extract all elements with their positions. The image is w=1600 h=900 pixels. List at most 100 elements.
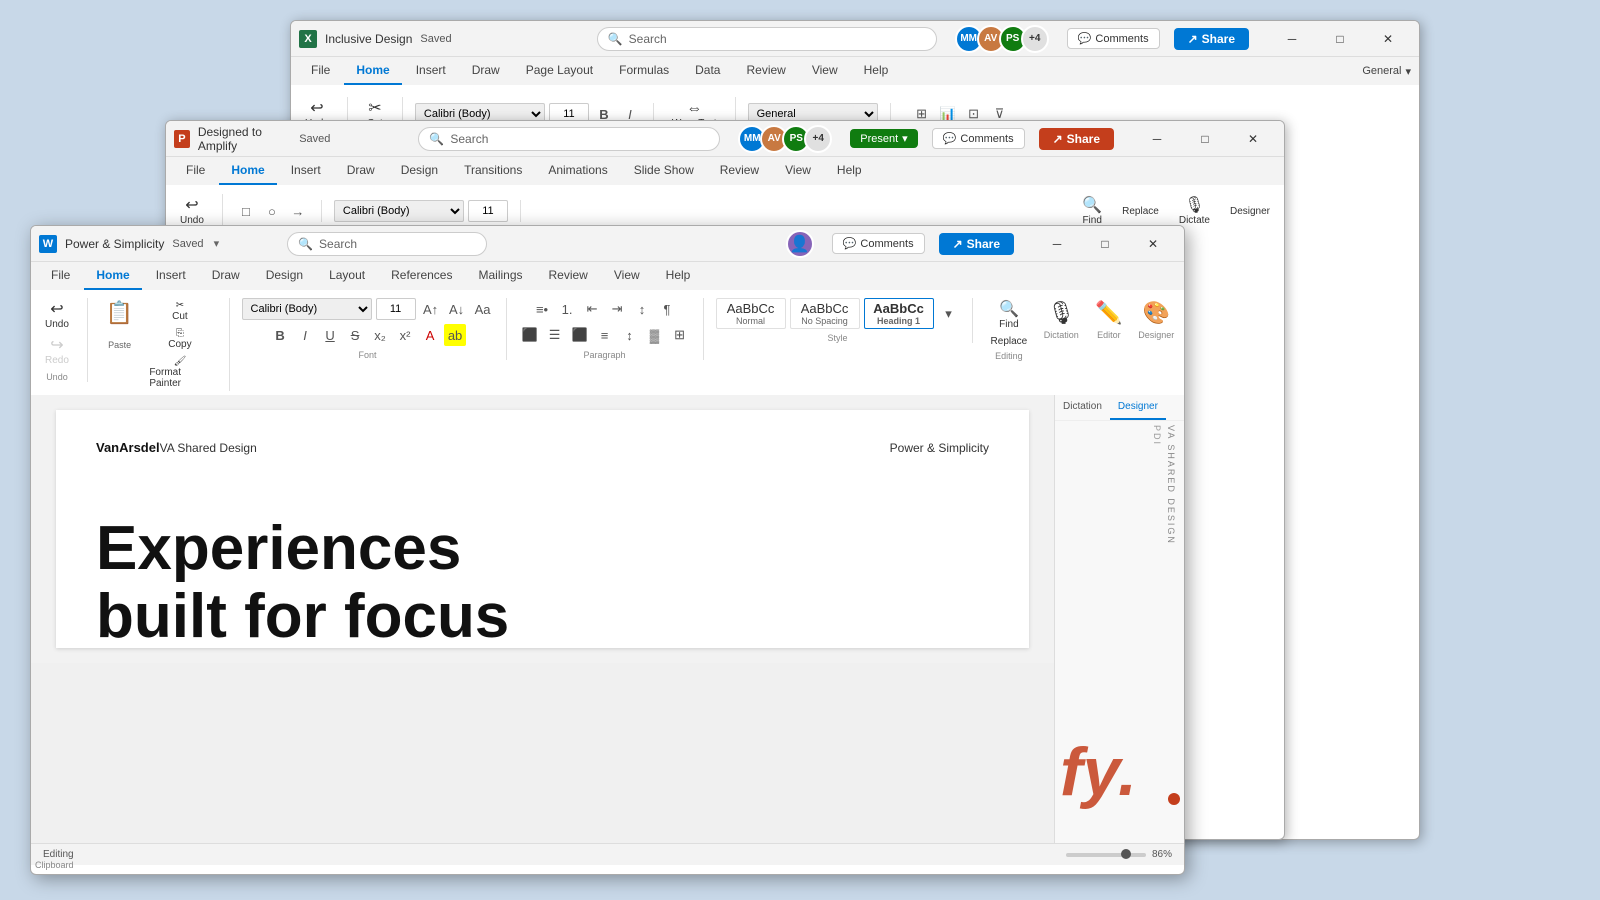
excel-search-box[interactable]: 🔍 Search [597,27,937,51]
word-undo-button[interactable]: ↩ Undo [39,298,75,332]
ppt-undo-button[interactable]: ↩ Undo [174,194,210,228]
ppt-tab-help[interactable]: Help [825,157,874,185]
excel-minimize-button[interactable]: ─ [1269,23,1315,55]
ppt-dictate-button[interactable]: 🎙 Dictate [1173,194,1216,228]
ppt-tab-slideshow[interactable]: Slide Show [622,157,706,185]
ppt-comments-button[interactable]: 💬 Comments [932,128,1025,149]
word-tab-help[interactable]: Help [654,262,703,290]
word-maximize-button[interactable]: □ [1082,228,1128,260]
word-copy-button[interactable]: ⎘ Copy [143,326,216,352]
word-tab-insert[interactable]: Insert [144,262,198,290]
excel-maximize-button[interactable]: □ [1317,23,1363,55]
word-align-right-button[interactable]: ⬛ [569,324,591,346]
excel-close-button[interactable]: ✕ [1365,23,1411,55]
ppt-tab-transitions[interactable]: Transitions [452,157,534,185]
ppt-present-button[interactable]: Present ▾ [850,129,917,148]
ppt-tab-home[interactable]: Home [219,157,276,185]
word-bold-button[interactable]: B [269,324,291,346]
word-subscript-button[interactable]: x₂ [369,324,391,346]
word-tab-view[interactable]: View [602,262,652,290]
word-redo-button[interactable]: ↪ Redo [39,334,75,368]
word-font-selector[interactable]: Calibri (Body) [242,298,372,320]
word-clear-format-button[interactable]: Aa [472,298,494,320]
word-minimize-button[interactable]: ─ [1034,228,1080,260]
word-dictate-button[interactable]: 🎙 [1041,298,1081,328]
ppt-replace-button[interactable]: Replace [1116,204,1165,219]
word-superscript-button[interactable]: x² [394,324,416,346]
ppt-tab-insert[interactable]: Insert [279,157,333,185]
word-search-box[interactable]: 🔍 Search [287,232,487,256]
word-highlight-button[interactable]: ab [444,324,466,346]
word-underline-button[interactable]: U [319,324,341,346]
word-borders-button[interactable]: ⊞ [669,324,691,346]
word-shrink-font-button[interactable]: A↓ [446,298,468,320]
ppt-tab-view[interactable]: View [773,157,823,185]
ppt-tab-review[interactable]: Review [708,157,771,185]
word-shading-button[interactable]: ▓ [644,324,666,346]
ppt-close-button[interactable]: ✕ [1230,123,1276,155]
word-strikethrough-button[interactable]: S [344,324,366,346]
word-panel-tab-dictation[interactable]: Dictation [1055,395,1110,420]
word-cut-button[interactable]: ✂ Cut [143,298,216,324]
word-tab-home[interactable]: Home [84,262,141,290]
excel-tab-draw[interactable]: Draw [460,57,512,85]
ppt-designer-button[interactable]: Designer [1224,204,1276,219]
excel-tab-insert[interactable]: Insert [404,57,458,85]
word-font-color-button[interactable]: A [419,324,441,346]
word-align-center-button[interactable]: ☰ [544,324,566,346]
word-tab-review[interactable]: Review [537,262,600,290]
word-grow-font-button[interactable]: A↑ [420,298,442,320]
ppt-minimize-button[interactable]: ─ [1134,123,1180,155]
word-styles-expand[interactable]: ▾ [938,303,960,325]
word-editor-button[interactable]: ✏️ [1089,298,1128,328]
excel-share-button[interactable]: ↗ Share [1174,28,1249,50]
ppt-shape-rect[interactable]: □ [235,200,257,222]
word-zoom-slider[interactable] [1066,853,1146,857]
word-justify-button[interactable]: ≡ [594,324,616,346]
word-tab-mailings[interactable]: Mailings [466,262,534,290]
excel-tab-data[interactable]: Data [683,57,732,85]
ppt-tab-file[interactable]: File [174,157,217,185]
word-tab-file[interactable]: File [39,262,82,290]
ppt-maximize-button[interactable]: □ [1182,123,1228,155]
ppt-tab-design[interactable]: Design [389,157,450,185]
excel-tab-home[interactable]: Home [344,57,401,85]
excel-tab-review[interactable]: Review [734,57,797,85]
excel-tab-pagelayout[interactable]: Page Layout [514,57,605,85]
word-style-normal[interactable]: AaBbCc Normal [716,298,786,329]
word-numbering-button[interactable]: 1. [556,298,578,320]
word-align-left-button[interactable]: ⬛ [519,324,541,346]
word-replace-button[interactable]: Replace [985,334,1034,349]
word-tab-references[interactable]: References [379,262,464,290]
word-bullets-button[interactable]: ≡• [531,298,553,320]
word-close-button[interactable]: ✕ [1130,228,1176,260]
ppt-shape-oval[interactable]: ○ [261,200,283,222]
word-indent-button[interactable]: ⇥ [606,298,628,320]
word-tab-layout[interactable]: Layout [317,262,377,290]
word-show-marks-button[interactable]: ¶ [656,298,678,320]
word-panel-tab-designer[interactable]: Designer [1110,395,1166,420]
ppt-find-button[interactable]: 🔍 Find [1076,194,1108,228]
ppt-search-box[interactable]: 🔍 Search [418,127,720,151]
word-comments-button[interactable]: 💬 Comments [832,233,925,254]
ppt-tab-animations[interactable]: Animations [536,157,619,185]
word-italic-button[interactable]: I [294,324,316,346]
ppt-font-selector[interactable]: Calibri (Body) [334,200,464,222]
word-format-painter-button[interactable]: 🖌 Format Painter [143,354,216,391]
word-style-nospacing[interactable]: AaBbCc No Spacing [790,298,860,329]
word-font-size[interactable] [376,298,416,320]
word-share-button[interactable]: ↗ Share [939,233,1014,255]
word-designer-button[interactable]: 🎨 [1137,298,1176,328]
word-tab-draw[interactable]: Draw [200,262,252,290]
ppt-font-size[interactable] [468,200,508,222]
word-tab-design[interactable]: Design [254,262,315,290]
excel-tab-file[interactable]: File [299,57,342,85]
word-outdent-button[interactable]: ⇤ [581,298,603,320]
excel-editing-dropdown[interactable]: General ▾ [1362,57,1411,85]
ppt-share-button[interactable]: ↗ Share [1039,128,1114,150]
excel-tab-view[interactable]: View [800,57,850,85]
ppt-shape-arrow[interactable]: → [287,200,309,222]
excel-tab-formulas[interactable]: Formulas [607,57,681,85]
word-find-button[interactable]: 🔍 Find [993,298,1025,332]
word-style-heading1[interactable]: AaBbCc Heading 1 [864,298,934,329]
